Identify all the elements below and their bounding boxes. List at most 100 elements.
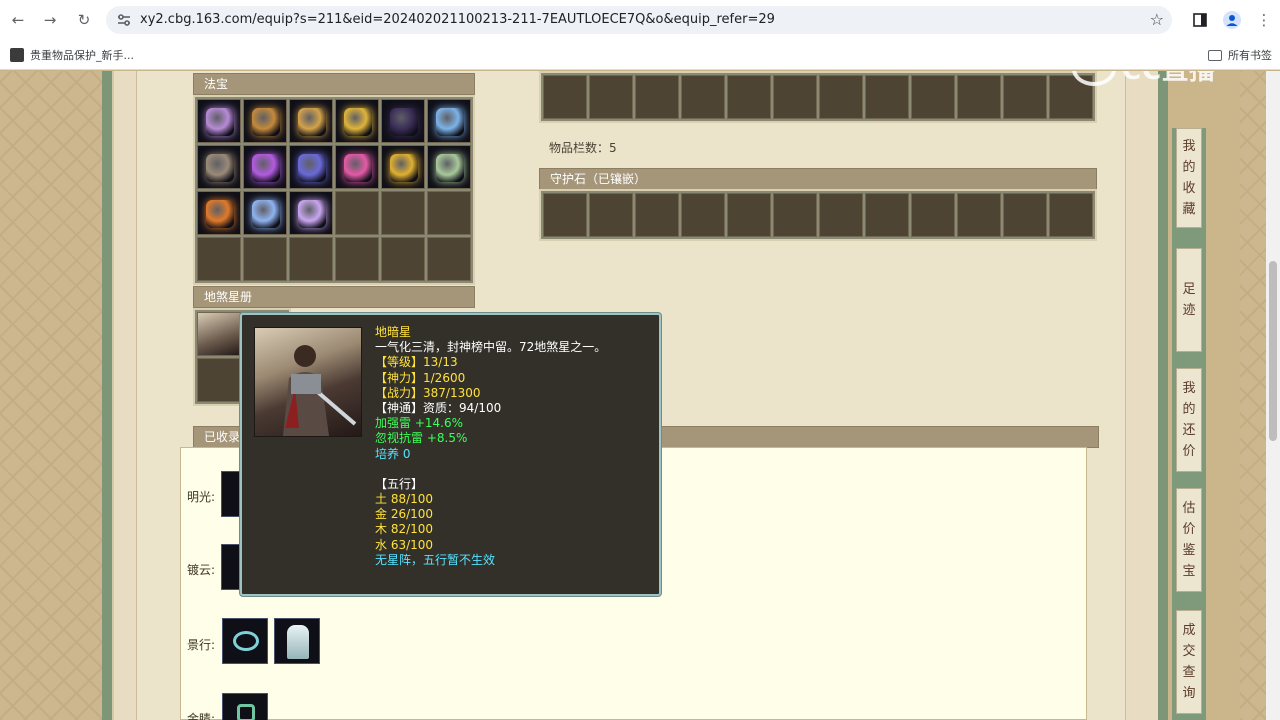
- side-panel-icon[interactable]: [1188, 8, 1212, 32]
- collected-thumb[interactable]: [274, 618, 320, 664]
- fabao-item-slot[interactable]: [335, 145, 379, 189]
- fabao-item-icon: [252, 108, 280, 136]
- empty-slot[interactable]: [589, 75, 633, 119]
- collected-row-label: 金睛:: [187, 712, 216, 720]
- empty-slot[interactable]: [911, 75, 955, 119]
- empty-slot[interactable]: [865, 193, 909, 237]
- fabao-item-icon: [390, 108, 418, 136]
- empty-slot[interactable]: [681, 75, 725, 119]
- fabao-item-slot[interactable]: [335, 99, 379, 143]
- empty-slot[interactable]: [589, 193, 633, 237]
- collected-thumb[interactable]: [221, 544, 241, 590]
- fabao-item-icon: [390, 154, 418, 182]
- fabao-grid: [193, 95, 475, 285]
- fabao-item-icon: [206, 200, 234, 228]
- empty-slot[interactable]: [635, 193, 679, 237]
- empty-slot[interactable]: [427, 237, 471, 281]
- empty-slot[interactable]: [819, 75, 863, 119]
- bookmark-label[interactable]: 贵重物品保护_新手...: [30, 47, 134, 63]
- empty-slot[interactable]: [1003, 193, 1047, 237]
- empty-slot[interactable]: [957, 193, 1001, 237]
- empty-slot[interactable]: [911, 193, 955, 237]
- empty-slot[interactable]: [727, 75, 771, 119]
- empty-slot[interactable]: [197, 358, 241, 402]
- fabao-item-slot[interactable]: [243, 99, 287, 143]
- all-bookmarks[interactable]: 所有书签: [1208, 47, 1272, 63]
- fabao-item-icon: [298, 200, 326, 228]
- tooltip-line: 土 88/100: [375, 492, 434, 507]
- empty-slot[interactable]: [289, 237, 333, 281]
- tab-my-favorites[interactable]: 我的收藏: [1176, 128, 1202, 228]
- watermark-text: CC直播: [1122, 71, 1217, 86]
- disha-star-slot[interactable]: [197, 312, 241, 356]
- fabao-item-slot[interactable]: [427, 145, 471, 189]
- fabao-item-slot[interactable]: [289, 191, 333, 235]
- url-text[interactable]: xy2.cbg.163.com/equip?s=211&eid=20240202…: [140, 12, 775, 27]
- tooltip-line: 【等级】13/13: [375, 355, 458, 370]
- tooltip-line: [375, 462, 655, 477]
- fabao-item-icon: [206, 108, 234, 136]
- profile-avatar-icon[interactable]: [1220, 8, 1244, 32]
- page: 法宝 地煞星册 物品栏数：5 守护石（已镶嵌） 已收录的 明光: 镀云: 景行:…: [0, 71, 1280, 720]
- empty-slot[interactable]: [773, 193, 817, 237]
- collected-row-label: 镀云:: [187, 563, 216, 577]
- fabao-item-icon: [206, 154, 234, 182]
- fabao-item-icon: [252, 154, 280, 182]
- address-bar[interactable]: xy2.cbg.163.com/equip?s=211&eid=20240202…: [106, 6, 1172, 34]
- empty-slot[interactable]: [243, 237, 287, 281]
- empty-slot[interactable]: [957, 75, 1001, 119]
- fabao-item-slot[interactable]: [381, 145, 425, 189]
- empty-slot[interactable]: [819, 193, 863, 237]
- watermark: CC直播: [1072, 71, 1216, 87]
- empty-slot[interactable]: [1003, 75, 1047, 119]
- fabao-item-slot[interactable]: [427, 99, 471, 143]
- inventory-count: 物品栏数：5: [549, 141, 617, 155]
- fabao-item-slot[interactable]: [289, 99, 333, 143]
- tab-appraisal[interactable]: 估价鉴宝: [1176, 488, 1202, 592]
- fabao-item-slot[interactable]: [243, 145, 287, 189]
- fabao-item-slot[interactable]: [289, 145, 333, 189]
- all-bookmarks-label[interactable]: 所有书签: [1228, 47, 1272, 63]
- empty-slot[interactable]: [335, 191, 379, 235]
- inventory-grid: [539, 71, 1097, 123]
- fabao-item-slot[interactable]: [197, 191, 241, 235]
- fabao-item-slot[interactable]: [381, 99, 425, 143]
- empty-slot[interactable]: [727, 193, 771, 237]
- collected-thumb[interactable]: [222, 618, 268, 664]
- empty-slot[interactable]: [1049, 193, 1093, 237]
- menu-icon[interactable]: ⋮: [1252, 8, 1276, 32]
- bookmark-star-icon[interactable]: ☆: [1150, 10, 1164, 29]
- collected-thumb[interactable]: [222, 693, 268, 720]
- tab-deal-query[interactable]: 成交查询: [1176, 610, 1202, 714]
- tooltip-line: 【战力】387/1300: [375, 385, 481, 400]
- empty-slot[interactable]: [197, 237, 241, 281]
- tooltip-line: 无星阵，五行暂不生效: [375, 552, 496, 567]
- empty-slot[interactable]: [381, 191, 425, 235]
- fabao-item-slot[interactable]: [197, 145, 241, 189]
- tooltip-line: 地暗星: [375, 325, 412, 339]
- fabao-item-icon: [252, 200, 280, 228]
- tab-my-counteroffers[interactable]: 我的还价: [1176, 368, 1202, 472]
- tooltip-text: 地暗星 一气化三清，封神榜中留。72地煞星之一。 【等级】13/13 【神力】1/26…: [375, 325, 655, 568]
- back-icon[interactable]: ←: [6, 8, 30, 32]
- forward-icon[interactable]: →: [38, 8, 62, 32]
- scrollbar-thumb[interactable]: [1269, 261, 1277, 441]
- empty-slot[interactable]: [865, 75, 909, 119]
- reload-icon[interactable]: ↻: [72, 8, 96, 32]
- empty-slot[interactable]: [427, 191, 471, 235]
- empty-slot[interactable]: [635, 75, 679, 119]
- tab-footprints[interactable]: 足迹: [1176, 248, 1202, 352]
- empty-slot[interactable]: [335, 237, 379, 281]
- empty-slot[interactable]: [381, 237, 425, 281]
- page-scrollbar[interactable]: [1266, 71, 1280, 720]
- fabao-item-slot[interactable]: [197, 99, 241, 143]
- collected-thumb[interactable]: [221, 471, 241, 517]
- empty-slot[interactable]: [543, 193, 587, 237]
- bookmark-item[interactable]: 贵重物品保护_新手...: [10, 47, 134, 63]
- empty-slot[interactable]: [681, 193, 725, 237]
- disha-title: 地煞星册: [193, 286, 475, 308]
- site-settings-icon[interactable]: [116, 12, 132, 28]
- fabao-item-slot[interactable]: [243, 191, 287, 235]
- empty-slot[interactable]: [543, 75, 587, 119]
- empty-slot[interactable]: [773, 75, 817, 119]
